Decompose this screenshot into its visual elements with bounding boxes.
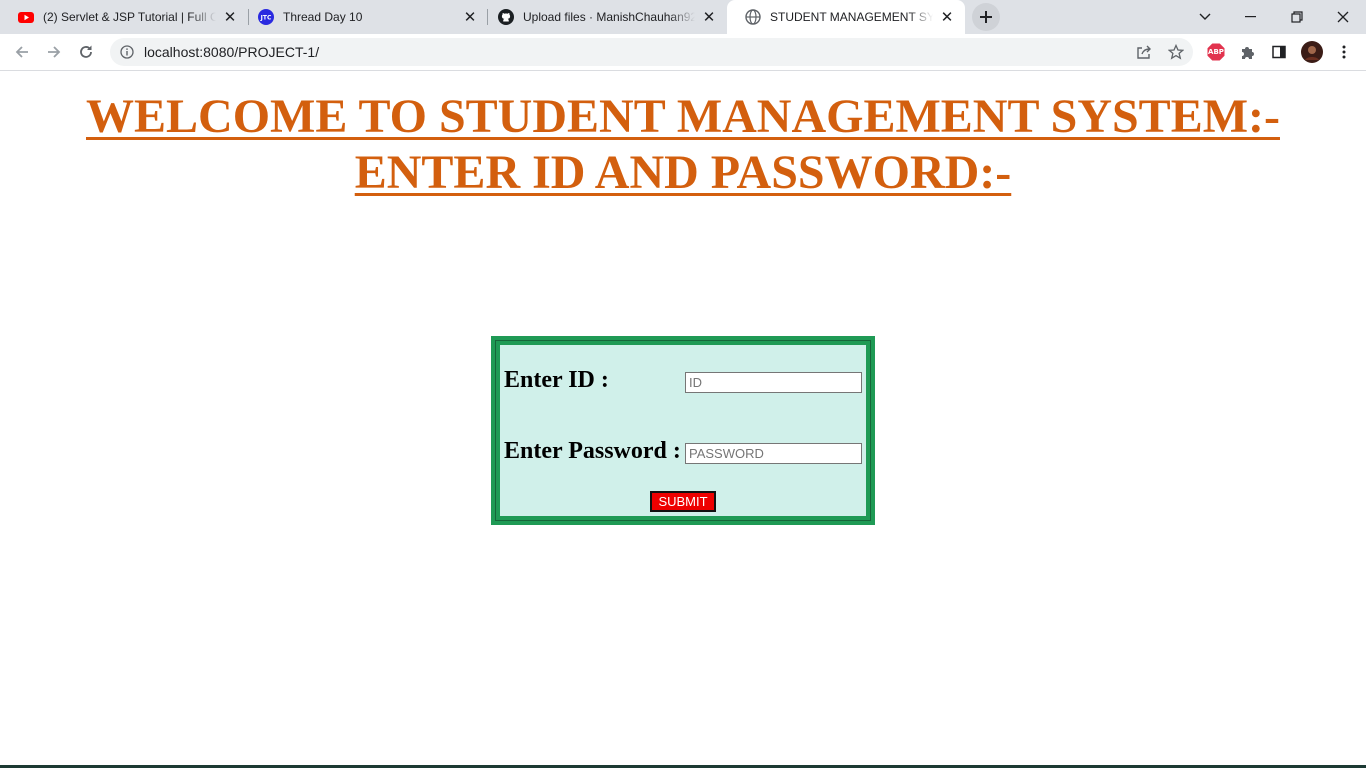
minimize-button[interactable] [1228, 0, 1274, 34]
tab-title: Thread Day 10 [283, 10, 363, 24]
globe-icon [745, 9, 761, 25]
tab-upload-files[interactable]: Upload files · ManishChauhan920 ✕ [480, 0, 727, 34]
id-label: Enter ID : [504, 367, 609, 393]
side-panel-icon [1272, 45, 1286, 59]
new-tab-button[interactable] [972, 3, 1000, 31]
browser-menu-button[interactable] [1330, 38, 1358, 66]
adblock-extension-button[interactable]: ABP [1202, 38, 1230, 66]
profile-avatar[interactable] [1298, 38, 1326, 66]
chevron-down-icon [1199, 13, 1211, 20]
tab-student-management-system[interactable]: STUDENT MANAGEMENT SYSTEM ✕ [727, 0, 965, 34]
tab-title: Upload files · ManishChauhan920 [523, 10, 695, 24]
extensions-button[interactable] [1234, 38, 1262, 66]
info-icon [120, 45, 134, 59]
heading-line-2: ENTER ID AND PASSWORD:- [354, 146, 1012, 199]
site-info-button[interactable] [110, 45, 144, 59]
restore-button[interactable] [1274, 0, 1320, 34]
close-tab-icon[interactable]: ✕ [462, 9, 478, 25]
youtube-icon [18, 12, 34, 23]
avatar-icon [1301, 41, 1323, 63]
page-content: WELCOME TO STUDENT MANAGEMENT SYSTEM:- E… [0, 71, 1366, 768]
tab-title: (2) Servlet & JSP Tutorial | Full Co [43, 10, 216, 24]
plus-icon [980, 11, 992, 23]
github-icon [498, 9, 514, 25]
tab-thread-day-10[interactable]: JTC Thread Day 10 ✕ [240, 0, 488, 34]
submit-button[interactable]: SUBMIT [650, 491, 716, 512]
tab-strip: (2) Servlet & JSP Tutorial | Full Co ✕ J… [0, 0, 1366, 34]
minimize-icon [1245, 16, 1256, 18]
heading-line-1: WELCOME TO STUDENT MANAGEMENT SYSTEM:- [86, 90, 1280, 143]
share-button[interactable] [1130, 38, 1158, 66]
restore-icon [1291, 11, 1303, 23]
address-bar[interactable]: localhost:8080/PROJECT-1/ [110, 38, 1193, 66]
close-tab-icon[interactable]: ✕ [222, 9, 238, 25]
password-input[interactable] [685, 443, 862, 464]
star-icon [1168, 44, 1184, 60]
reload-icon [80, 45, 92, 58]
bookmark-button[interactable] [1162, 38, 1190, 66]
svg-text:JTC: JTC [260, 15, 272, 22]
close-tab-icon[interactable]: ✕ [701, 9, 717, 25]
side-panel-button[interactable] [1265, 38, 1293, 66]
jtc-icon: JTC [258, 9, 274, 25]
close-window-button[interactable] [1320, 0, 1366, 34]
password-label: Enter Password : [504, 438, 681, 464]
reload-button[interactable] [72, 38, 100, 66]
adblock-badge-text: ABP [1208, 48, 1224, 56]
close-icon [1337, 11, 1349, 23]
page-heading: WELCOME TO STUDENT MANAGEMENT SYSTEM:- E… [0, 89, 1366, 201]
arrow-left-icon [15, 46, 28, 58]
tab-servlet-tutorial[interactable]: (2) Servlet & JSP Tutorial | Full Co ✕ [0, 0, 248, 34]
share-icon [1137, 45, 1151, 59]
tab-title: STUDENT MANAGEMENT SYSTEM [770, 10, 933, 24]
login-form: Enter ID : Enter Password : SUBMIT [491, 336, 875, 525]
back-button[interactable] [8, 38, 36, 66]
arrow-right-icon [48, 46, 61, 58]
browser-toolbar: localhost:8080/PROJECT-1/ ABP [0, 34, 1366, 71]
tab-search-button[interactable] [1182, 0, 1228, 34]
puzzle-icon [1242, 47, 1254, 59]
id-input[interactable] [685, 372, 862, 393]
close-tab-icon[interactable]: ✕ [939, 9, 955, 25]
more-vert-icon [1342, 45, 1346, 59]
url-text: localhost:8080/PROJECT-1/ [144, 44, 320, 60]
forward-button[interactable] [40, 38, 68, 66]
